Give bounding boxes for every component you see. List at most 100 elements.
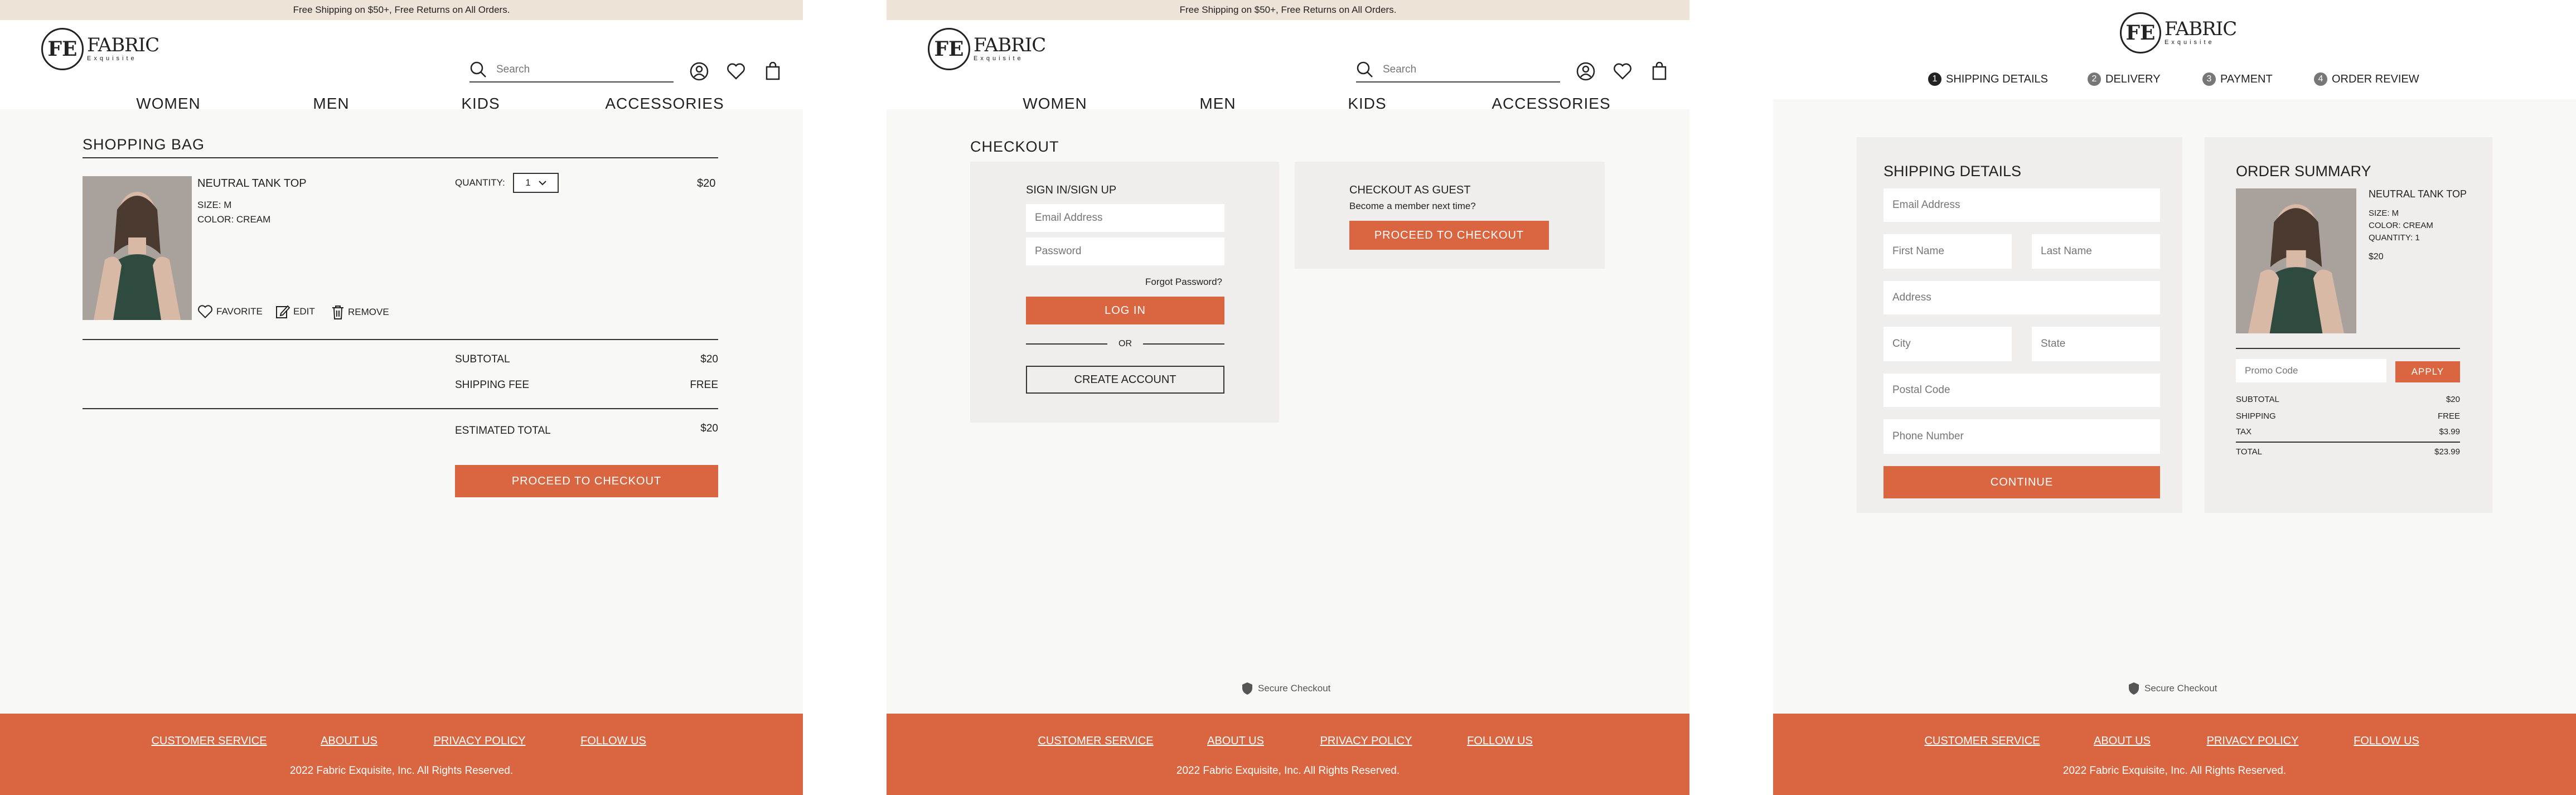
account-icon[interactable]: [1576, 61, 1596, 81]
last-name-field[interactable]: [2032, 234, 2160, 269]
quantity-select[interactable]: 1: [513, 173, 559, 193]
item-name[interactable]: NEUTRAL TANK TOP: [197, 177, 307, 190]
forgot-password-link[interactable]: Forgot Password?: [1145, 277, 1222, 288]
promo-code-input[interactable]: [2236, 359, 2386, 382]
item-size: SIZE: M: [197, 200, 232, 210]
summary-shipping-label: SHIPPING: [2236, 411, 2276, 421]
nav-men[interactable]: MEN: [1199, 95, 1236, 113]
shield-icon: [2129, 682, 2139, 695]
step-label: ORDER REVIEW: [2332, 72, 2419, 85]
divider: [2236, 442, 2460, 443]
footer-follow-us[interactable]: FOLLOW US: [2354, 735, 2419, 748]
footer-customer-service[interactable]: CUSTOMER SERVICE: [151, 735, 267, 748]
step-number: 4: [2314, 72, 2327, 86]
secure-label: Secure Checkout: [2144, 683, 2217, 694]
favorite-button[interactable]: FAVORITE: [197, 304, 263, 319]
bag-icon[interactable]: [763, 61, 783, 81]
nav-women[interactable]: WOMEN: [1023, 95, 1087, 113]
brand-logo[interactable]: FE FABRIC Exquisite: [41, 28, 159, 70]
step-payment[interactable]: 3 PAYMENT: [2202, 72, 2273, 86]
copyright: 2022 Fabric Exquisite, Inc. All Rights R…: [2062, 765, 2287, 777]
divider: [83, 408, 718, 409]
product-image[interactable]: [2236, 188, 2356, 333]
address-field[interactable]: [1883, 281, 2160, 314]
brand-logo[interactable]: FE FABRIC Exquisite: [2120, 12, 2237, 54]
nav-women[interactable]: WOMEN: [136, 95, 200, 113]
continue-button[interactable]: CONTINUE: [1883, 466, 2160, 498]
guest-checkout-button[interactable]: PROCEED TO CHECKOUT: [1349, 221, 1549, 250]
proceed-to-checkout-button[interactable]: PROCEED TO CHECKOUT: [455, 465, 718, 497]
search-icon[interactable]: [469, 61, 487, 79]
summary-total-value: $23.99: [2434, 447, 2460, 457]
secure-checkout: Secure Checkout: [2128, 681, 2217, 696]
step-shipping-details[interactable]: 1 SHIPPING DETAILS: [1928, 72, 2048, 86]
footer-follow-us[interactable]: FOLLOW US: [1467, 735, 1533, 748]
email-field[interactable]: [1883, 188, 2160, 222]
brand-logo[interactable]: FE FABRIC Exquisite: [928, 28, 1046, 70]
logo-mark: FE: [2120, 12, 2161, 54]
footer-privacy-policy[interactable]: PRIVACY POLICY: [1320, 735, 1412, 748]
search-input[interactable]: [496, 64, 664, 76]
remove-button[interactable]: REMOVE: [331, 304, 389, 320]
password-field[interactable]: [1026, 237, 1224, 265]
search-input[interactable]: [1383, 64, 1550, 76]
heart-icon[interactable]: [726, 61, 746, 81]
email-field[interactable]: [1026, 204, 1224, 232]
footer-customer-service[interactable]: CUSTOMER SERVICE: [1038, 735, 1153, 748]
first-name-field[interactable]: [1883, 234, 2012, 269]
step-label: PAYMENT: [2220, 72, 2273, 85]
chevron-down-icon: [539, 181, 546, 186]
account-icon[interactable]: [689, 61, 709, 81]
copyright: 2022 Fabric Exquisite, Inc. All Rights R…: [289, 765, 514, 777]
step-order-review[interactable]: 4 ORDER REVIEW: [2314, 72, 2419, 86]
footer-about-us[interactable]: ABOUT US: [321, 735, 377, 748]
footer: CUSTOMER SERVICE ABOUT US PRIVACY POLICY…: [1773, 714, 2576, 795]
footer-privacy-policy[interactable]: PRIVACY POLICY: [434, 735, 526, 748]
checkout-screen: Free Shipping on $50+, Free Returns on A…: [887, 0, 1689, 795]
step-label: SHIPPING DETAILS: [1946, 72, 2049, 85]
create-account-button[interactable]: CREATE ACCOUNT: [1026, 366, 1224, 394]
footer-about-us[interactable]: ABOUT US: [2094, 735, 2151, 748]
bag-icon[interactable]: [1649, 61, 1669, 81]
phone-field[interactable]: [1883, 419, 2160, 454]
apply-promo-button[interactable]: APPLY: [2395, 361, 2460, 382]
summary-tax-value: $3.99: [2439, 427, 2460, 437]
checkout-title: CHECKOUT: [970, 138, 1059, 155]
step-label: DELIVERY: [2105, 72, 2161, 85]
edit-button[interactable]: EDIT: [275, 304, 315, 319]
or-label: OR: [1118, 339, 1132, 348]
footer-follow-us[interactable]: FOLLOW US: [580, 735, 646, 748]
nav-kids[interactable]: KIDS: [461, 95, 500, 113]
nav-accessories[interactable]: ACCESSORIES: [1492, 95, 1610, 113]
nav-kids[interactable]: KIDS: [1348, 95, 1386, 113]
signin-title: SIGN IN/SIGN UP: [1026, 184, 1117, 196]
state-field[interactable]: [2032, 327, 2160, 361]
item-color: COLOR: CREAM: [197, 214, 271, 225]
site-header: FE FABRIC Exquisite WOMEN MEN KIDS ACCES…: [0, 20, 803, 112]
bag-title: SHOPPING BAG: [83, 136, 205, 153]
nav-men[interactable]: MEN: [313, 95, 349, 113]
quantity-label: QUANTITY:: [455, 177, 505, 188]
step-delivery[interactable]: 2 DELIVERY: [2088, 72, 2161, 86]
footer-privacy-policy[interactable]: PRIVACY POLICY: [2207, 735, 2299, 748]
shipping-title: SHIPPING DETAILS: [1883, 163, 2022, 180]
search-icon[interactable]: [1356, 61, 1374, 79]
footer-customer-service[interactable]: CUSTOMER SERVICE: [1924, 735, 2040, 748]
divider: [83, 339, 718, 340]
main-nav: WOMEN MEN KIDS ACCESSORIES: [0, 95, 803, 112]
product-image[interactable]: [83, 176, 192, 320]
secure-checkout: Secure Checkout: [1241, 681, 1330, 696]
summary-price: $20: [2369, 252, 2384, 261]
summary-color: COLOR: CREAM: [2369, 221, 2433, 230]
city-field[interactable]: [1883, 327, 2012, 361]
step-number: 1: [1928, 72, 1941, 86]
divider: [83, 157, 718, 158]
summary-subtotal-value: $20: [2446, 395, 2460, 404]
footer-about-us[interactable]: ABOUT US: [1207, 735, 1264, 748]
logo-mark: FE: [41, 28, 84, 70]
login-button[interactable]: LOG IN: [1026, 297, 1224, 324]
nav-accessories[interactable]: ACCESSORIES: [605, 95, 724, 113]
postal-code-field[interactable]: [1883, 374, 2160, 407]
shipping-details-screen: FE FABRIC Exquisite 1 SHIPPING DETAILS 2…: [1773, 0, 2576, 795]
heart-icon[interactable]: [1613, 61, 1633, 81]
